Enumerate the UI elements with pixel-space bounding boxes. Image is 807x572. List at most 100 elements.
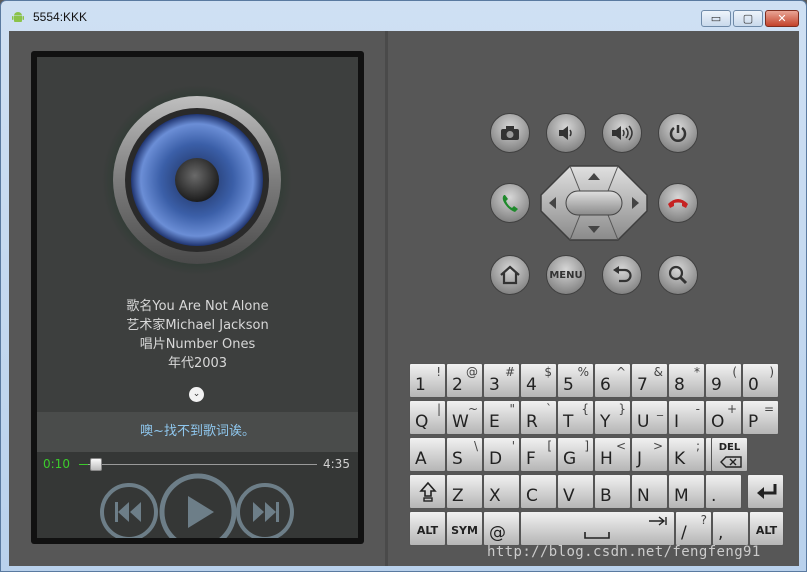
key-3-2[interactable]: C xyxy=(520,474,557,509)
key-label: 1 xyxy=(415,375,426,395)
key-label: J xyxy=(637,449,643,469)
camera-icon xyxy=(501,126,519,140)
key-alt-right[interactable]: ALT xyxy=(749,511,784,546)
key-2-0[interactable]: A xyxy=(409,437,446,472)
key-3-5[interactable]: N xyxy=(631,474,668,509)
key-0-6[interactable]: 7 & xyxy=(631,363,668,398)
key-label: 0 xyxy=(748,375,759,395)
key-space[interactable] xyxy=(520,511,675,546)
key-1-1[interactable]: W ~ xyxy=(446,400,483,435)
key-sym[interactable]: SYM xyxy=(446,511,483,546)
key-3-7[interactable]: . xyxy=(705,474,742,509)
key-1-5[interactable]: Y} xyxy=(594,400,631,435)
key-1-8[interactable]: O + xyxy=(705,400,742,435)
key-2-7[interactable]: K; xyxy=(668,437,705,472)
device-screen[interactable]: 歌名You Are Not Alone 艺术家Michael Jackson 唱… xyxy=(37,57,358,538)
key-2-2[interactable]: D ' xyxy=(483,437,520,472)
key-0-9[interactable]: 0) xyxy=(742,363,779,398)
key-label: F xyxy=(526,449,536,469)
song-album: 唱片Number Ones xyxy=(139,337,256,352)
maximize-button[interactable]: ▢ xyxy=(733,10,763,27)
key-slash[interactable]: / ? xyxy=(675,511,712,546)
key-label: . xyxy=(711,486,717,506)
expand-info-button[interactable]: ⌄ xyxy=(189,387,204,402)
key-comma[interactable]: , xyxy=(712,511,749,546)
key-shift[interactable] xyxy=(409,474,446,509)
minimize-icon: ▭ xyxy=(710,12,722,25)
key-0-0[interactable]: 1! xyxy=(409,363,446,398)
key-alt-label: & xyxy=(653,365,663,379)
power-button[interactable] xyxy=(658,113,698,153)
key-label: O xyxy=(711,412,725,432)
key-enter[interactable] xyxy=(747,474,784,509)
title-bar[interactable]: 5554:KKK ▭ ▢ ✕ xyxy=(1,1,806,31)
key-0-8[interactable]: 9( xyxy=(705,363,742,398)
key-alt-label: - xyxy=(695,402,700,416)
key-label: 5 xyxy=(563,375,574,395)
key-0-1[interactable]: 2 @ xyxy=(446,363,483,398)
song-title: 歌名You Are Not Alone xyxy=(126,299,269,314)
key-1-4[interactable]: T{ xyxy=(557,400,594,435)
key-alt-left[interactable]: ALT xyxy=(409,511,446,546)
key-1-3[interactable]: R ` xyxy=(520,400,557,435)
next-button[interactable] xyxy=(235,482,295,538)
key-del[interactable]: DEL xyxy=(711,437,748,472)
key-2-1[interactable]: S \ xyxy=(446,437,483,472)
key-3-4[interactable]: B xyxy=(594,474,631,509)
end-call-icon xyxy=(668,199,688,208)
key-2-4[interactable]: G] xyxy=(557,437,594,472)
key-label: Y xyxy=(600,412,611,432)
key-3-3[interactable]: V xyxy=(557,474,594,509)
key-1-7[interactable]: I- xyxy=(668,400,705,435)
key-at[interactable]: @ xyxy=(483,511,520,546)
camera-button[interactable] xyxy=(490,113,530,153)
key-label: D xyxy=(489,449,503,469)
key-label: B xyxy=(600,486,612,506)
space-icon xyxy=(584,532,610,539)
chevron-down-icon: ⌄ xyxy=(192,389,201,399)
key-0-7[interactable]: 8 * xyxy=(668,363,705,398)
key-alt-label: _ xyxy=(657,402,663,416)
dpad-center[interactable] xyxy=(565,190,623,216)
key-alt-label: ) xyxy=(769,365,774,379)
speaker-artwork xyxy=(102,85,292,275)
key-0-3[interactable]: 4 $ xyxy=(520,363,557,398)
previous-button[interactable] xyxy=(99,482,159,538)
menu-button[interactable]: MENU xyxy=(546,255,586,295)
seek-bar[interactable] xyxy=(79,458,317,471)
key-label: A xyxy=(415,449,427,469)
key-2-5[interactable]: H < xyxy=(594,437,631,472)
key-0-4[interactable]: 5% xyxy=(557,363,594,398)
key-1-9[interactable]: P = xyxy=(742,400,779,435)
key-alt-label: ^ xyxy=(615,365,626,379)
back-button[interactable] xyxy=(602,255,642,295)
key-1-2[interactable]: E " xyxy=(483,400,520,435)
search-icon xyxy=(668,265,688,285)
key-3-1[interactable]: X xyxy=(483,474,520,509)
key-2-6[interactable]: J > xyxy=(631,437,668,472)
play-button[interactable] xyxy=(158,472,238,538)
minimize-button[interactable]: ▭ xyxy=(701,10,731,27)
search-button[interactable] xyxy=(658,255,698,295)
volume-up-button[interactable] xyxy=(602,113,642,153)
key-0-2[interactable]: 3 # xyxy=(483,363,520,398)
menu-label: MENU xyxy=(549,269,583,281)
end-call-button[interactable] xyxy=(658,183,698,223)
backspace-icon xyxy=(720,456,742,468)
key-3-0[interactable]: Z xyxy=(446,474,483,509)
key-label: G xyxy=(563,449,577,469)
close-button[interactable]: ✕ xyxy=(765,10,799,27)
seek-thumb[interactable] xyxy=(89,458,102,471)
key-label: U xyxy=(637,412,650,432)
key-label: K xyxy=(674,449,686,469)
dpad[interactable] xyxy=(540,165,648,241)
key-0-5[interactable]: 6 ^ xyxy=(594,363,631,398)
key-3-6[interactable]: M xyxy=(668,474,705,509)
home-button[interactable] xyxy=(490,255,530,295)
key-2-3[interactable]: F[ xyxy=(520,437,557,472)
key-alt-label: * xyxy=(694,365,700,379)
call-button[interactable] xyxy=(490,183,530,223)
key-1-6[interactable]: U _ xyxy=(631,400,668,435)
volume-down-button[interactable] xyxy=(546,113,586,153)
key-1-0[interactable]: Q | xyxy=(409,400,446,435)
